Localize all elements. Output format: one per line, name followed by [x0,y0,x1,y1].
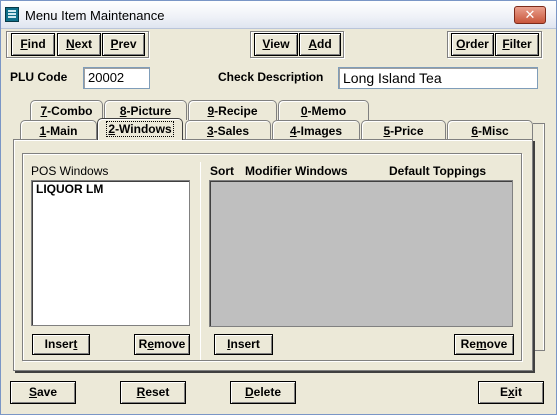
modifier-windows-list[interactable] [209,180,513,327]
insert-pos-window-button[interactable]: Insert [32,334,90,355]
default-toppings-label: Default Toppings [389,164,487,178]
tab-price[interactable]: 5-Price [361,120,446,140]
check-description-input[interactable]: Long Island Tea [338,67,538,89]
list-item[interactable]: LIQUOR LM [32,181,189,197]
pos-windows-list[interactable]: LIQUOR LM [31,180,190,326]
order-button[interactable]: Order [451,33,494,56]
tab-recipe[interactable]: 9-Recipe [188,100,277,120]
windows-tab-panel: POS Windows LIQUOR LM Sort Modifier Wind… [13,139,533,371]
window-title: Menu Item Maintenance [25,8,165,23]
next-button[interactable]: Next [57,33,101,56]
tab-combo[interactable]: 7-Combo [30,100,103,120]
find-button[interactable]: Find [11,33,55,56]
tab-images[interactable]: 4-Images [272,120,360,140]
tab-memo[interactable]: 0-Memo [278,100,369,120]
close-icon: ✕ [524,7,536,22]
check-description-label: Check Description [218,70,324,84]
tab-main[interactable]: 1-Main [20,120,97,140]
tab-control-frame [533,123,545,351]
main-window: Menu Item Maintenance ✕ Find Next Prev V… [0,0,557,415]
pos-windows-label: POS Windows [31,164,109,178]
tab-windows[interactable]: 2-Windows [97,118,183,140]
title-bar[interactable]: Menu Item Maintenance ✕ [1,1,556,29]
remove-modifier-window-button[interactable]: Remove [454,334,514,355]
app-icon [5,7,19,22]
tab-sales[interactable]: 3-Sales [185,120,271,140]
column-divider [200,162,201,360]
tab-misc[interactable]: 6-Misc [447,120,533,140]
plu-code-label: PLU Code [10,70,68,84]
plu-code-input[interactable]: 20002 [83,67,150,89]
tab-picture[interactable]: 8-Picture [104,100,187,120]
filter-button[interactable]: Filter [495,33,539,56]
reset-button[interactable]: Reset [120,381,186,404]
exit-button[interactable]: Exit [478,381,544,404]
modifier-windows-label: Modifier Windows [245,164,348,178]
add-button[interactable]: Add [299,33,341,56]
prev-button[interactable]: Prev [102,33,145,56]
delete-button[interactable]: Delete [230,381,296,404]
close-button[interactable]: ✕ [514,6,546,24]
save-button[interactable]: Save [10,381,76,404]
sort-label: Sort [210,164,234,178]
remove-pos-window-button[interactable]: Remove [134,334,190,355]
insert-modifier-window-button[interactable]: Insert [214,334,273,355]
view-button[interactable]: View [254,33,298,56]
